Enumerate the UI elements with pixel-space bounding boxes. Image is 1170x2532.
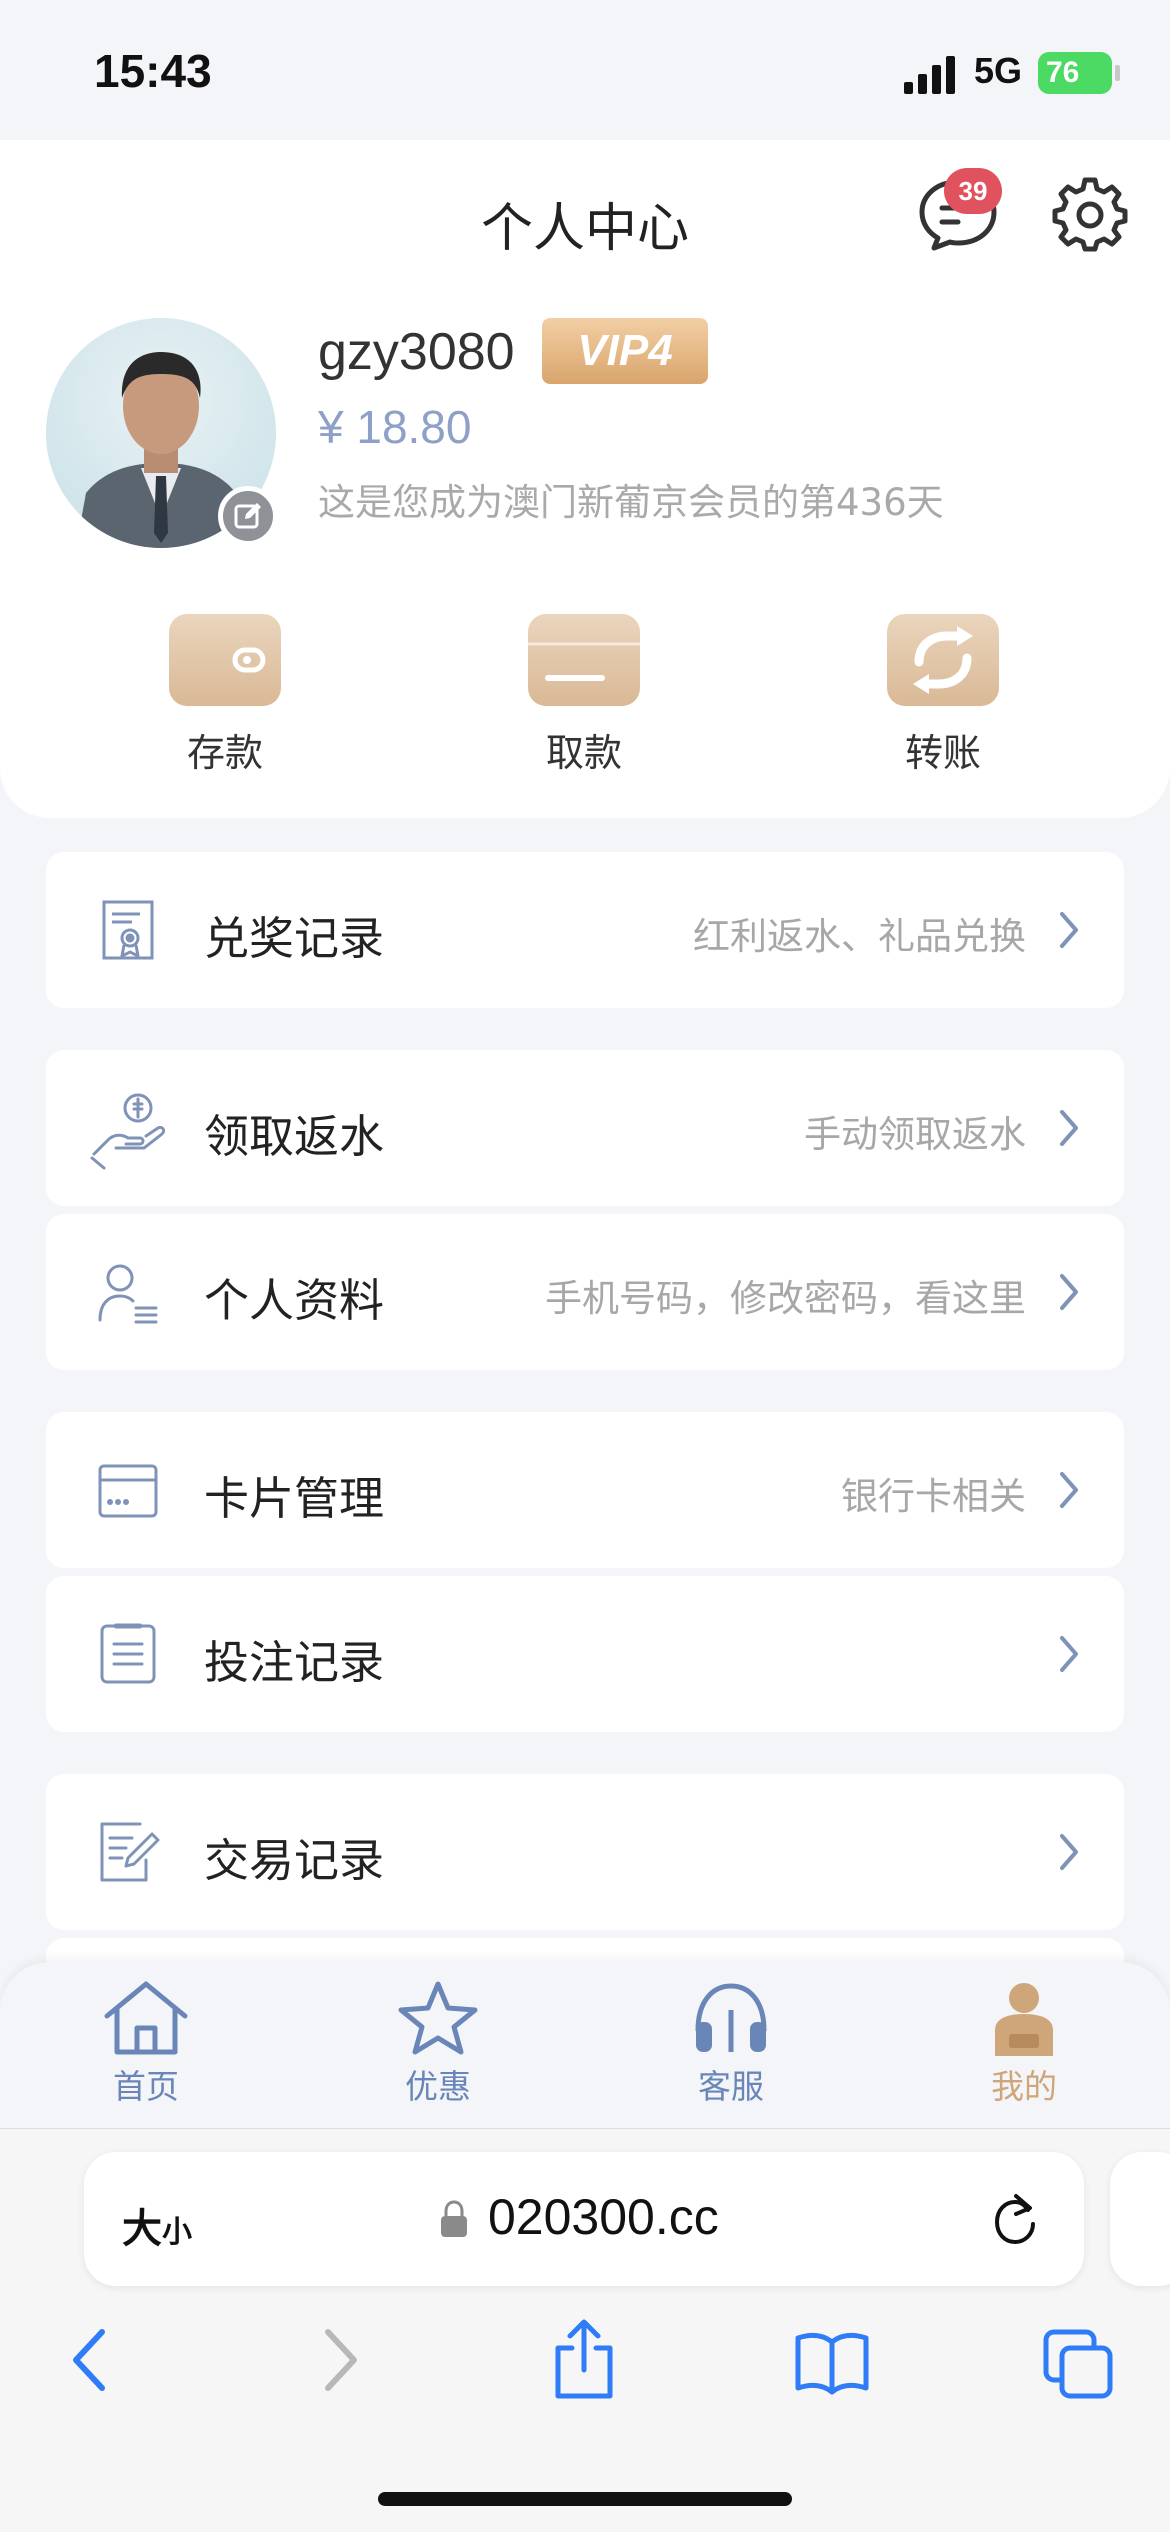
username: gzy3080 [318, 323, 515, 381]
user-profile-icon [98, 1264, 158, 1324]
menu-desc: 手动领取返水 [804, 1113, 1026, 1156]
url-text[interactable]: 020300.cc [488, 2188, 719, 2246]
menu-label: 兑奖记录 [204, 912, 385, 965]
edit-document-icon [100, 1822, 160, 1882]
settings-gear-icon[interactable] [1052, 176, 1128, 252]
withdraw-label: 取款 [545, 731, 622, 775]
text-size-small: 小 [162, 2215, 192, 2250]
tab-label: 我的 [991, 2067, 1057, 2106]
cellular-signal-icon [904, 56, 955, 94]
bookmarks-icon[interactable] [794, 2318, 870, 2402]
tab-offers[interactable]: 优惠 [368, 1980, 508, 2120]
card-icon [528, 614, 640, 706]
star-icon [398, 1981, 478, 2055]
message-badge: 39 [944, 168, 1002, 214]
share-icon[interactable] [546, 2318, 622, 2402]
menu-item-claim-rebate[interactable]: 领取返水 手动领取返水 [46, 1050, 1124, 1206]
document-list-icon [100, 1623, 156, 1684]
deposit-button[interactable]: 存款 [160, 614, 290, 775]
menu-item-transaction-records[interactable]: 交易记录 [46, 1774, 1124, 1930]
status-time: 15:43 [94, 45, 212, 97]
battery-level: 76 [1046, 56, 1080, 89]
menu-item-redeem-records[interactable]: 兑奖记录 红利返水、礼品兑换 [46, 852, 1124, 1008]
member-days-text: 这是您成为澳门新葡京会员的第436天 [318, 481, 944, 524]
withdraw-button[interactable]: 取款 [519, 614, 649, 775]
menu-desc: 银行卡相关 [841, 1475, 1026, 1518]
text-size-button[interactable]: 大小 [122, 2196, 192, 2254]
vip-badge: VIP4 [542, 318, 708, 384]
menu-label: 卡片管理 [204, 1472, 385, 1525]
transfer-label: 转账 [904, 731, 981, 775]
menu-label: 交易记录 [204, 1834, 385, 1887]
network-type: 5G [974, 50, 1023, 91]
menu-label: 个人资料 [204, 1274, 385, 1327]
chevron-right-icon [1060, 1472, 1078, 1508]
tab-mine[interactable]: 我的 [954, 1980, 1094, 2120]
lock-icon [441, 2200, 467, 2237]
menu-desc: 手机号码，修改密码，看这里 [545, 1277, 1026, 1320]
chevron-right-icon [1060, 1110, 1078, 1146]
reload-icon[interactable] [990, 2192, 1040, 2248]
wallet-icon [169, 614, 281, 706]
transfer-icon [887, 614, 999, 706]
battery-indicator: 76 [1038, 52, 1120, 94]
chevron-right-icon [1060, 912, 1078, 948]
tab-support[interactable]: 客服 [661, 1980, 801, 2120]
menu-item-card-management[interactable]: 卡片管理 银行卡相关 [46, 1412, 1124, 1568]
hand-coin-icon [90, 1093, 166, 1170]
tab-home[interactable]: 首页 [76, 1980, 216, 2120]
account-balance: ¥ 18.80 [318, 401, 472, 453]
tab-label: 客服 [698, 2067, 764, 2106]
menu-item-bet-records[interactable]: 投注记录 [46, 1576, 1124, 1732]
forward-icon[interactable] [302, 2318, 378, 2402]
deposit-label: 存款 [186, 731, 263, 775]
edit-icon [234, 503, 261, 529]
bank-card-icon [98, 1464, 158, 1518]
tabs-icon[interactable] [1040, 2318, 1116, 2402]
menu-label: 投注记录 [204, 1636, 385, 1689]
person-icon [995, 1983, 1053, 2056]
menu-item-personal-info[interactable]: 个人资料 手机号码，修改密码，看这里 [46, 1214, 1124, 1370]
back-icon[interactable] [52, 2318, 128, 2402]
tab-label: 优惠 [405, 2067, 471, 2106]
text-size-big: 大 [122, 2206, 162, 2252]
next-tab-address-bar[interactable] [1110, 2152, 1170, 2286]
headset-icon [695, 1983, 767, 2052]
certificate-icon [102, 900, 154, 960]
menu-desc: 红利返水、礼品兑换 [693, 915, 1026, 958]
home-icon [104, 1981, 188, 2055]
avatar-edit-button[interactable] [218, 486, 278, 546]
home-indicator [378, 2492, 792, 2506]
chevron-right-icon [1060, 1274, 1078, 1310]
menu-label: 领取返水 [204, 1110, 385, 1163]
chevron-right-icon [1060, 1834, 1078, 1870]
transfer-button[interactable]: 转账 [878, 614, 1008, 775]
chevron-right-icon [1060, 1636, 1078, 1672]
tab-label: 首页 [113, 2067, 179, 2106]
